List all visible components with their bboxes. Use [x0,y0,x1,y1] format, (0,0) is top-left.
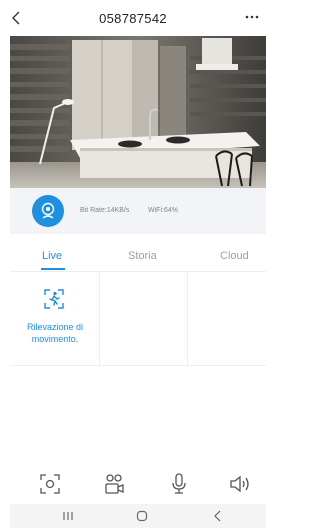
system-nav-bar [10,504,266,528]
users-video-icon[interactable] [102,472,126,496]
connection-status-bar: Bit Rate:14KB/s WiFi:64% [10,188,266,234]
empty-tile [100,272,188,366]
tab-storia[interactable]: Storia [128,250,157,262]
more-dots-icon[interactable] [244,8,260,26]
video-frame [10,36,266,188]
control-toolbar [10,470,266,498]
recent-apps-icon[interactable] [60,508,76,524]
tab-cloud[interactable]: Cloud [220,250,249,262]
microphone-icon[interactable] [167,472,191,496]
motion-detection-label: Rilevazione di movimento. [26,322,84,344]
speaker-icon[interactable] [228,472,252,496]
motion-detection-tile[interactable]: Rilevazione di movimento. [10,272,100,366]
home-icon[interactable] [134,508,150,524]
tab-bar: Live Storia Cloud [10,244,266,272]
page-title: 058787542 [99,11,167,26]
bitrate-readout: Bit Rate:14KB/s [80,207,130,214]
motion-detection-icon [43,288,65,310]
live-video-feed[interactable] [10,36,266,188]
camera-icon[interactable] [32,195,64,227]
empty-tile [188,272,266,366]
back-icon[interactable] [210,508,226,524]
tab-live[interactable]: Live [42,250,62,262]
top-bar: 058787542 [0,0,266,36]
snapshot-icon[interactable] [38,472,62,496]
active-tab-indicator [41,268,65,270]
wifi-readout: WiFi:64% [148,207,178,214]
feature-grid: Rilevazione di movimento. [10,272,266,366]
